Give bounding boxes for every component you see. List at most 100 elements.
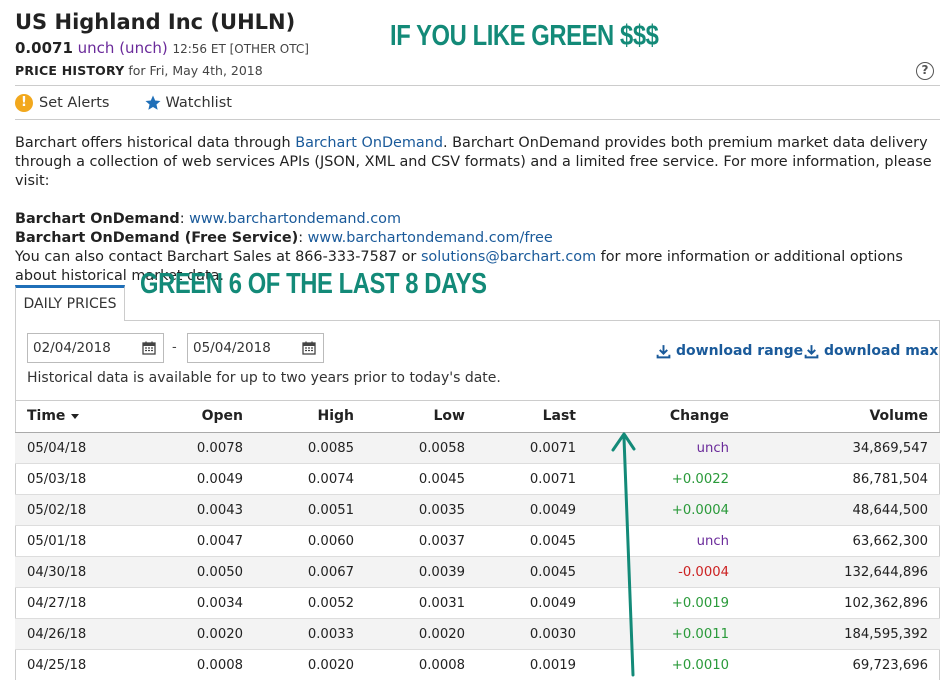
date-separator: -: [172, 340, 177, 355]
ondemand-url-link[interactable]: www.barchartondemand.com: [189, 211, 401, 227]
cell-open: 0.0020: [196, 627, 243, 642]
cell-open: 0.0049: [196, 472, 243, 487]
cell-last: 0.0049: [529, 596, 576, 611]
cell-volume: 86,781,504: [852, 472, 928, 487]
info-text: Barchart offers historical data through …: [15, 134, 935, 286]
action-bar: ! Set Alerts Watchlist: [15, 94, 232, 112]
cell-volume: 63,662,300: [852, 534, 928, 549]
cell-volume: 132,644,896: [844, 565, 928, 580]
start-date-input[interactable]: 02/04/2018: [27, 333, 164, 363]
price-history-date: for Fri, May 4th, 2018: [128, 63, 263, 78]
cell-high: 0.0020: [307, 658, 354, 673]
cell-low: 0.0037: [418, 534, 465, 549]
annotation-top: IF YOU LIKE GREEN $$$: [390, 20, 659, 52]
cell-volume: 102,362,896: [844, 596, 928, 611]
cell-last: 0.0049: [529, 503, 576, 518]
cell-last: 0.0030: [529, 627, 576, 642]
page-title: US Highland Inc (UHLN): [15, 10, 296, 34]
price-history-heading: PRICE HISTORY for Fri, May 4th, 2018: [15, 63, 263, 78]
cell-low: 0.0035: [418, 503, 465, 518]
table-row: 04/30/18 0.0050 0.0067 0.0039 0.0045 -0.0004 1…: [15, 557, 940, 588]
annotation-arrow-icon: [611, 432, 636, 677]
cell-open: 0.0050: [196, 565, 243, 580]
cell-last: 0.0071: [529, 441, 576, 456]
table-row: 04/25/18 0.0008 0.0020 0.0008 0.0019 +0.0010 6…: [15, 650, 940, 680]
download-icon: [804, 344, 819, 358]
price-history-label: PRICE HISTORY: [15, 63, 125, 78]
table-row: 04/26/18 0.0020 0.0033 0.0020 0.0030 +0.0011 1…: [15, 619, 940, 650]
column-change[interactable]: Change: [620, 408, 729, 424]
cell-open: 0.0043: [196, 503, 243, 518]
quote-time: 12:56 ET [OTHER OTC]: [172, 42, 309, 56]
calendar-icon[interactable]: [142, 341, 156, 355]
cell-time: 04/27/18: [27, 596, 87, 611]
table-row: 05/02/18 0.0043 0.0051 0.0035 0.0049 +0.0004 4…: [15, 495, 940, 526]
cell-low: 0.0031: [418, 596, 465, 611]
divider: [15, 119, 940, 120]
column-low[interactable]: Low: [370, 408, 465, 424]
column-high[interactable]: High: [260, 408, 354, 424]
cell-low: 0.0045: [418, 472, 465, 487]
cell-high: 0.0060: [307, 534, 354, 549]
cell-open: 0.0078: [196, 441, 243, 456]
cell-time: 05/01/18: [27, 534, 87, 549]
cell-volume: 48,644,500: [852, 503, 928, 518]
cell-volume: 184,595,392: [844, 627, 928, 642]
price-change: unch (unch): [77, 39, 168, 57]
cell-high: 0.0067: [307, 565, 354, 580]
cell-low: 0.0039: [418, 565, 465, 580]
star-icon: [145, 95, 160, 110]
alert-icon: !: [15, 94, 33, 112]
cell-last: 0.0071: [529, 472, 576, 487]
cell-last: 0.0019: [529, 658, 576, 673]
column-open[interactable]: Open: [150, 408, 243, 424]
download-icon: [656, 344, 671, 358]
column-volume[interactable]: Volume: [800, 408, 928, 424]
ondemand-line: Barchart OnDemand: www.barchartondemand.…: [15, 211, 401, 227]
last-price: 0.0071: [15, 39, 73, 57]
cell-low: 0.0008: [418, 658, 465, 673]
end-date-input[interactable]: 05/04/2018: [187, 333, 324, 363]
cell-high: 0.0085: [307, 441, 354, 456]
cell-time: 05/02/18: [27, 503, 87, 518]
cell-open: 0.0034: [196, 596, 243, 611]
table-row: 04/27/18 0.0034 0.0052 0.0031 0.0049 +0.0019 1…: [15, 588, 940, 619]
cell-time: 04/25/18: [27, 658, 87, 673]
cell-low: 0.0020: [418, 627, 465, 642]
cell-low: 0.0058: [418, 441, 465, 456]
table-row: 05/03/18 0.0049 0.0074 0.0045 0.0071 +0.0022 8…: [15, 464, 940, 495]
download-max-button[interactable]: download max: [804, 343, 938, 359]
history-note: Historical data is available for up to t…: [27, 370, 501, 386]
help-icon[interactable]: ?: [916, 62, 934, 80]
column-last[interactable]: Last: [480, 408, 576, 424]
cell-last: 0.0045: [529, 565, 576, 580]
calendar-icon[interactable]: [302, 341, 316, 355]
set-alerts-button[interactable]: Set Alerts: [39, 95, 110, 111]
sales-email-link[interactable]: solutions@barchart.com: [421, 249, 596, 265]
cell-volume: 34,869,547: [852, 441, 928, 456]
ondemand-link[interactable]: Barchart OnDemand: [295, 135, 443, 151]
column-time[interactable]: Time: [27, 408, 80, 424]
quote-line: 0.0071 unch (unch) 12:56 ET [OTHER OTC]: [15, 39, 309, 57]
tab-daily-prices[interactable]: DAILY PRICES: [15, 285, 125, 321]
cell-time: 05/04/18: [27, 441, 87, 456]
cell-high: 0.0052: [307, 596, 354, 611]
annotation-middle: GREEN 6 OF THE LAST 8 DAYS: [140, 268, 487, 300]
table-row: 05/04/18 0.0078 0.0085 0.0058 0.0071 unch 34,8…: [15, 433, 940, 464]
cell-time: 04/26/18: [27, 627, 87, 642]
cell-open: 0.0008: [196, 658, 243, 673]
divider: [15, 85, 940, 86]
cell-high: 0.0074: [307, 472, 354, 487]
cell-open: 0.0047: [196, 534, 243, 549]
cell-last: 0.0045: [529, 534, 576, 549]
info-paragraph: Barchart offers historical data through …: [15, 135, 932, 189]
table-row: 05/01/18 0.0047 0.0060 0.0037 0.0045 unch 63,6…: [15, 526, 940, 557]
cell-time: 04/30/18: [27, 565, 87, 580]
download-range-button[interactable]: download range: [656, 343, 803, 359]
sort-down-icon: [71, 414, 80, 419]
watchlist-button[interactable]: Watchlist: [166, 95, 232, 111]
cell-volume: 69,723,696: [852, 658, 928, 673]
free-service-url-link[interactable]: www.barchartondemand.com/free: [308, 230, 553, 246]
cell-high: 0.0033: [307, 627, 354, 642]
cell-high: 0.0051: [307, 503, 354, 518]
